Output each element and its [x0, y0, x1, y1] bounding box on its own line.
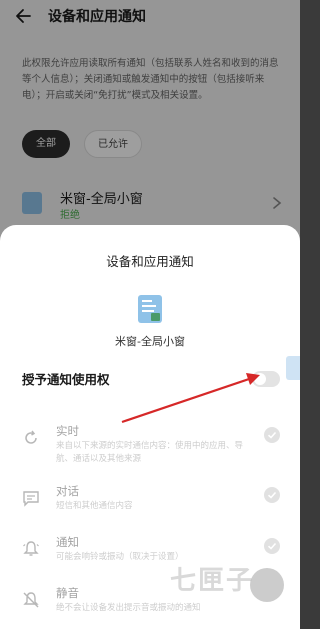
- grant-access-toggle[interactable]: [252, 371, 280, 387]
- sync-icon: [25, 430, 37, 444]
- grant-access-label: 授予通知使用权: [22, 372, 110, 387]
- option-conversations[interactable]: 对话 短信和其他通信内容: [0, 483, 300, 535]
- silent-bell-icon: [23, 592, 39, 608]
- app-icon: [138, 295, 162, 323]
- option-description: 绝不会让设备发出提示音或振动的通知: [56, 603, 201, 613]
- check-circle-icon[interactable]: [264, 427, 280, 443]
- message-icon: [23, 491, 39, 507]
- toggle-knob: [254, 373, 266, 385]
- option-title: 对话: [56, 484, 79, 498]
- option-title: 实时: [56, 424, 79, 438]
- sheet-app-name: 米窗-全局小窗: [115, 335, 185, 348]
- option-title: 静音: [56, 586, 79, 600]
- bell-icon: [23, 541, 39, 556]
- option-title: 通知: [56, 535, 79, 549]
- sheet-title: 设备和应用通知: [106, 254, 194, 269]
- option-description: 短信和其他通信内容: [56, 501, 133, 511]
- option-realtime[interactable]: 实时 来自以下来源的实时通信内容：使用中的应用、导航、通话以及其他来源: [0, 423, 300, 475]
- watermark-text: 七匣子: [170, 566, 255, 596]
- watermark-logo-icon: [250, 568, 284, 602]
- floating-window-edge-icon[interactable]: [286, 356, 300, 380]
- check-circle-icon[interactable]: [264, 538, 280, 554]
- check-circle-icon[interactable]: [264, 487, 280, 503]
- permission-bottom-sheet: 设备和应用通知 米窗-全局小窗 授予通知使用权 实时 来自以下来源的实时通信内容…: [0, 225, 300, 629]
- option-description: 来自以下来源的实时通信内容：使用中的应用、导航、通话以及其他来源: [56, 441, 244, 464]
